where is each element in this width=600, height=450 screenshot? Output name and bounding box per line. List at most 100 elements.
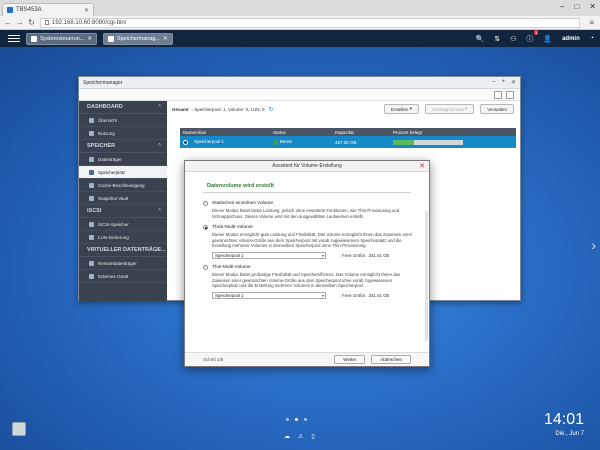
sidebar-item-cache-acceleration[interactable]: Cache-Beschleunigung — [79, 179, 167, 192]
radio-thick-volume[interactable] — [203, 225, 208, 231]
col-name[interactable]: Name/Alias — [180, 128, 270, 136]
sidebar-section-dashboard[interactable]: DASHBOARD ^ — [79, 101, 167, 114]
book-icon[interactable]: ▯ — [311, 433, 314, 440]
maximize-icon[interactable]: + — [501, 79, 505, 86]
radio-static-volume[interactable] — [203, 201, 208, 206]
cell-status: Bereit — [270, 136, 332, 148]
back-icon[interactable]: ← — [4, 18, 12, 27]
sidebar-item-storage-space[interactable]: Speicherplatz — [79, 166, 167, 179]
radio-thin-volume[interactable] — [203, 264, 208, 270]
sidebar-item-label: Übersicht — [98, 117, 118, 123]
snapshot-button[interactable]: Schnappschuss ▾ — [424, 104, 475, 114]
sidebar-item-lun-backup[interactable]: LUN-Sicherung — [79, 231, 167, 244]
refresh-icon[interactable]: ↻ — [269, 106, 274, 113]
search-icon[interactable]: 🔍 — [476, 35, 485, 43]
cancel-button[interactable]: Abbrechen — [371, 355, 411, 364]
forward-icon[interactable]: → — [16, 18, 24, 27]
table-header-row: Name/Alias Status Kapazität Prozent bele… — [180, 128, 516, 136]
table-row[interactable]: Speicherpool 1 Bereit 487.00 GB — [180, 136, 516, 148]
favicon-icon — [7, 7, 13, 13]
selected-pool: Speicherpool 1 — [215, 292, 244, 298]
storage-pool-select[interactable]: Speicherpool 1 ▾ — [212, 291, 326, 299]
sidebar-item-label: Externes Gerät — [98, 273, 129, 279]
dialog-scrollbar[interactable] — [425, 211, 428, 341]
manage-button-label: Verwalten — [487, 106, 507, 112]
dialog-titlebar[interactable]: Assistent für Volume-Erstellung ✕ — [185, 161, 429, 172]
dialog-buttons: Weiter Abbrechen — [334, 355, 411, 364]
option-description: Dieser Modus bietet beste Leistung, jedo… — [212, 208, 400, 219]
window-titlebar[interactable]: Speichermanager — [79, 77, 520, 89]
overview-icon — [89, 117, 94, 123]
collapse-icon[interactable]: ^ — [158, 143, 161, 149]
close-tab-icon[interactable]: ✕ — [84, 7, 89, 14]
storage-pool-select[interactable]: Speicherpool 1 ▾ — [212, 251, 326, 259]
sidebar-item-iscsi-storage[interactable]: iSCSI-Speicher — [79, 218, 167, 231]
next-button[interactable]: Weiter — [334, 355, 366, 364]
option-head[interactable]: Thick-Multi-Volume — [203, 225, 415, 231]
help-icon[interactable] — [506, 91, 514, 99]
sidebar-section-iscsi[interactable]: iSCSI ^ — [79, 205, 167, 218]
create-button[interactable]: Erstellen ▾ — [383, 104, 419, 114]
usage-progress-bar — [393, 139, 463, 145]
page-dot-active[interactable] — [295, 418, 298, 421]
external-device-icon[interactable]: ⚇ — [510, 35, 516, 43]
tasks-icon[interactable]: ⇅ — [494, 35, 500, 43]
sidebar-item-overview[interactable]: Übersicht — [79, 114, 167, 127]
app-tab-control-panel[interactable]: Systemsteuerun... ✕ — [26, 32, 97, 45]
window-title: Speichermanager — [83, 79, 123, 86]
sidebar-item-snapshot-vault[interactable]: Snapshot Vault — [79, 192, 167, 205]
sidebar-section-virtual-disks[interactable]: VIRTUELLER DATENTRÄGE... ^ — [79, 244, 167, 257]
snapshot-button-label: Schnappschuss — [431, 106, 464, 112]
sidebar-section-storage[interactable]: SPEICHER ^ — [79, 140, 167, 153]
close-icon[interactable]: ✕ — [419, 162, 425, 170]
option-description: Dieser Modus ermöglicht gute Leistung un… — [212, 232, 413, 249]
sidebar-item-external-device[interactable]: Externes Gerät — [79, 270, 167, 283]
recycle-bin-icon[interactable] — [12, 422, 26, 436]
browser-menu-icon[interactable]: ≡ — [589, 18, 594, 27]
reload-icon[interactable]: ↻ — [28, 18, 35, 27]
collapse-icon[interactable]: ^ — [158, 104, 161, 110]
sidebar-item-label: Cache-Beschleunigung — [98, 182, 145, 188]
collapse-icon[interactable]: ^ — [158, 208, 161, 214]
close-icon[interactable]: ✕ — [87, 36, 92, 42]
settings-icon[interactable] — [494, 91, 502, 99]
browser-tab[interactable]: TBS453A ✕ — [2, 3, 94, 16]
option-head[interactable]: Thin-Multi-Volume — [203, 264, 415, 270]
qts-tray: 🔍 ⇅ ⚇ ⓘ 1 👤 admin ◔ — [476, 29, 594, 47]
col-status[interactable]: Status — [270, 128, 332, 136]
page-dot[interactable] — [304, 418, 307, 421]
option-head[interactable]: Statisches einzelnes Volume — [203, 201, 415, 206]
maximize-icon[interactable]: □ — [574, 2, 579, 11]
section-title: DASHBOARD — [87, 104, 123, 110]
app-tab-storage-manager[interactable]: Speichermanag... ✕ — [102, 32, 173, 45]
qts-taskbar: Systemsteuerun... ✕ Speichermanag... ✕ 🔍… — [0, 29, 600, 47]
collapse-icon[interactable]: ^ — [158, 247, 161, 253]
sidebar-item-label: Speicherplatz — [98, 169, 126, 175]
minimize-icon[interactable]: – — [492, 79, 495, 86]
close-window-icon[interactable]: ✕ — [589, 2, 596, 11]
remote-disk-icon — [89, 260, 94, 266]
sidebar-item-usage[interactable]: Nutzung — [79, 127, 167, 140]
section-title: SPEICHER — [87, 143, 116, 149]
col-percent[interactable]: Prozent belegt — [390, 128, 516, 136]
manage-button[interactable]: Verwalten — [480, 104, 514, 114]
close-icon[interactable]: ✕ — [163, 36, 168, 42]
minimize-icon[interactable]: – — [560, 2, 564, 11]
main-menu-icon[interactable] — [8, 35, 20, 42]
close-icon[interactable]: ✕ — [511, 79, 516, 86]
external-device-icon — [89, 273, 94, 279]
col-capacity[interactable]: Kapazität — [332, 128, 390, 136]
page-icon — [45, 20, 49, 25]
sidebar-item-label: LUN-Sicherung — [98, 234, 129, 240]
recycle-icon[interactable]: ⚠ — [298, 433, 303, 440]
section-title: VIRTUELLER DATENTRÄGE... — [87, 247, 166, 253]
address-bar[interactable]: 192.168.10.60:8080/cgi-bin/ — [40, 17, 580, 28]
notification-icon[interactable]: ⓘ 1 — [526, 29, 539, 44]
page-dot[interactable] — [286, 418, 289, 421]
sidebar-item-remote-disk[interactable]: Remotedatenträger — [79, 257, 167, 270]
sidebar-item-disks[interactable]: Datenträger — [79, 153, 167, 166]
cloud-icon[interactable]: ☁ — [284, 433, 290, 440]
next-page-icon[interactable]: › — [591, 237, 596, 253]
dashboard-icon[interactable]: ◔ — [590, 35, 594, 42]
user-menu[interactable]: admin — [562, 36, 580, 42]
